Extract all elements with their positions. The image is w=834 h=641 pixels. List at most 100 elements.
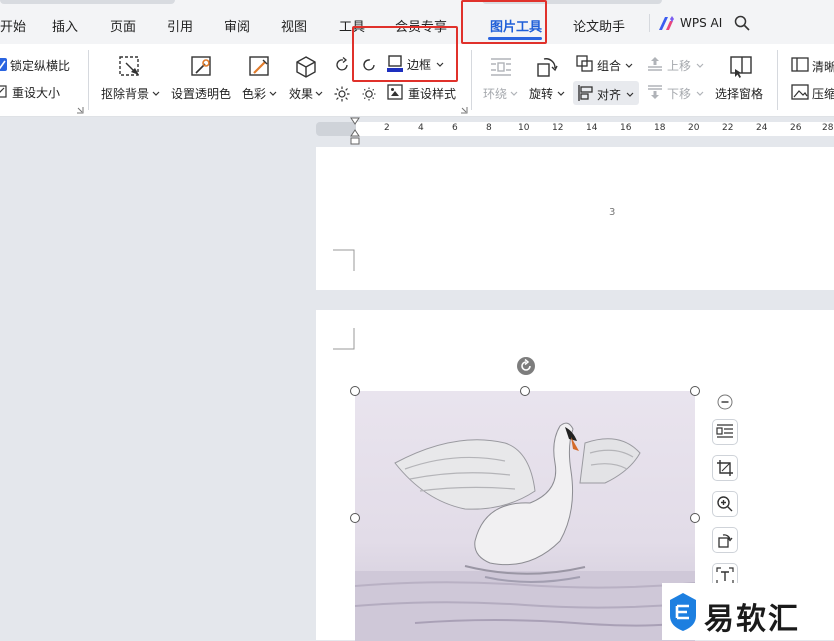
tab-home[interactable]: 开始 [0,16,26,35]
chevron-down-icon [557,91,565,96]
layout-options-icon [716,424,733,438]
tab-strip-left [0,0,175,4]
ruler-number: 16 [620,123,632,133]
brightness-down-icon[interactable] [361,86,377,102]
tab-page[interactable]: 页面 [110,16,136,35]
align-icon [578,85,593,101]
reset-size-button[interactable]: 重设大小 [0,83,80,101]
ruler-number: 14 [586,123,598,133]
selection-pane-icon[interactable] [729,55,753,79]
set-transparent-color-icon[interactable] [190,55,214,79]
tab-references[interactable]: 引用 [167,16,193,35]
rotate-button[interactable]: 旋转 [529,85,553,102]
resize-handle-top-left[interactable] [350,386,360,396]
ruler-number: 6 [452,123,458,133]
ruler-number: 24 [756,123,768,133]
move-down-label: 下移 [667,87,692,101]
horizontal-ruler[interactable]: 2 4 6 8 10 12 14 16 18 20 22 24 26 28 [0,117,834,147]
indent-marker-icon[interactable] [350,117,360,145]
document-page-3[interactable]: 3 [316,147,834,290]
crop-icon [717,460,733,476]
ruler-number: 12 [552,123,564,133]
compress-label: 压缩 [812,87,834,101]
tab-review[interactable]: 审阅 [224,16,250,35]
ruler-number: 10 [518,123,530,133]
ribbon-separator [471,50,472,110]
chevron-down-icon [152,91,160,96]
rotate-right-icon[interactable] [334,57,350,73]
ruler-number: 22 [722,123,734,133]
text-wrap-icon[interactable] [489,55,513,79]
resize-handle-right[interactable] [690,513,700,523]
wps-ai-label: WPS AI [680,16,723,30]
reset-style-button[interactable]: 重设样式 [386,83,466,103]
move-up-label: 上移 [667,59,692,73]
highlight-border-button [352,26,458,82]
align-button[interactable]: 对齐 [573,81,639,105]
lock-aspect-ratio-checkbox[interactable]: 锁定纵横比 [0,56,80,74]
remove-background-button[interactable]: 抠除背景 [101,85,149,102]
replace-picture-button[interactable] [712,527,738,553]
ruler-number: 28 [822,123,834,133]
effects-button[interactable]: 效果 [289,85,313,102]
tab-view[interactable]: 视图 [281,16,307,35]
set-transparent-color-button[interactable]: 设置透明色 [171,85,231,102]
reset-style-label: 重设样式 [408,87,457,101]
compress-picture-icon [791,84,809,100]
dialog-launcher-icon[interactable] [460,106,468,114]
ribbon-toolbar: 锁定纵横比 重设大小 抠除背景 设置透明色 色彩 效果 边框 重设样式 环绕 旋… [0,26,834,117]
watermark-logo: 易软汇 [662,583,834,640]
chevron-down-icon [625,63,633,68]
zoom-in-icon [717,496,733,512]
group-icon [576,55,593,72]
tab-thesis-assistant[interactable]: 论文助手 [573,16,625,35]
swan-picture[interactable] [355,391,695,641]
move-down-button[interactable]: 下移 [646,83,706,103]
rotate-picture-icon [718,534,733,548]
rotate-icon[interactable] [535,55,559,79]
effects-cube-icon[interactable] [294,55,318,79]
rotation-handle-icon[interactable] [516,356,536,376]
clarity-button[interactable]: 清晰 [791,56,834,76]
collapse-toolbar-icon[interactable] [717,394,733,410]
watermark-text: 易软汇 [704,602,800,637]
page-number: 3 [609,207,616,218]
ruler-number: 18 [654,123,666,133]
page-margin-corner [333,249,355,271]
highlight-picture-tools-tab [461,0,547,44]
chevron-down-icon [626,92,634,97]
move-up-button[interactable]: 上移 [646,55,706,75]
color-icon[interactable] [248,55,272,79]
reset-size-label: 重设大小 [12,86,61,100]
compress-button[interactable]: 压缩 [791,83,834,103]
checkbox-checked-icon [0,58,7,71]
chevron-down-icon [696,91,704,96]
page-margin-corner [333,328,355,350]
search-icon[interactable] [734,15,750,31]
resize-handle-left[interactable] [350,513,360,523]
chevron-down-icon [696,63,704,68]
ruler-number: 2 [384,123,390,133]
dialog-launcher-icon[interactable] [76,106,84,114]
selection-pane-button[interactable]: 选择窗格 [715,85,763,102]
ruler-number: 20 [688,123,700,133]
resize-handle-top[interactable] [520,386,530,396]
brightness-icon[interactable] [334,86,350,102]
remove-background-icon[interactable] [118,55,142,79]
ruler-number: 8 [486,123,492,133]
chevron-down-icon [510,91,518,96]
clarity-label: 清晰 [812,60,834,74]
resize-handle-top-right[interactable] [690,386,700,396]
group-button[interactable]: 组合 [576,55,636,75]
crop-button[interactable] [712,455,738,481]
zoom-picture-button[interactable] [712,491,738,517]
layout-options-button[interactable] [712,419,738,445]
color-button[interactable]: 色彩 [242,85,266,102]
send-backward-icon [648,85,662,99]
text-wrap-button[interactable]: 环绕 [483,85,507,102]
wps-ai-icon [659,16,674,30]
align-label: 对齐 [597,88,622,102]
reset-size-icon [0,85,7,98]
tab-insert[interactable]: 插入 [52,16,78,35]
ribbon-separator [88,50,89,110]
